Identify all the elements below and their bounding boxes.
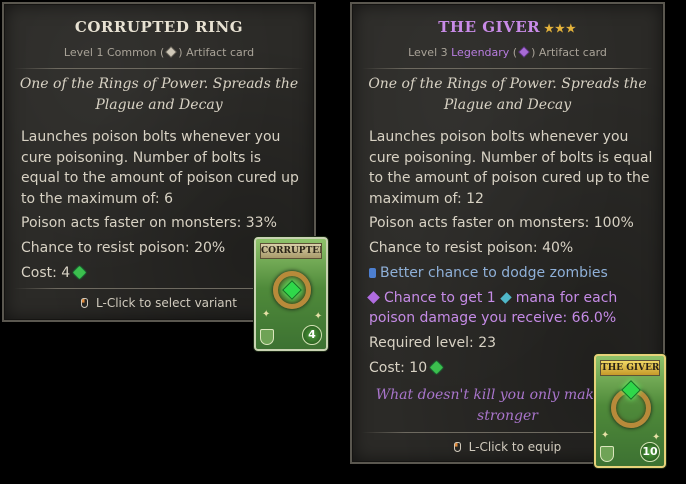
cost-label: Cost: 4 <box>21 265 71 281</box>
star-rating-icon: ★★★ <box>544 22 577 35</box>
bonus-mana-line-2: poison damage you receive: 66.0% <box>369 310 617 326</box>
stat-poison-faster: Poison acts faster on monsters: 100% <box>369 215 634 231</box>
corrupted-ring-card[interactable]: CORRUPTED RING ✦ ✦ 4 <box>254 237 328 351</box>
star-icon: ✦ <box>314 311 323 322</box>
stat-resist-poison: Chance to resist poison: 40% <box>369 240 574 256</box>
hint-label: L-Click to select variant <box>96 296 237 310</box>
card-banner: THE GIVER <box>600 360 660 376</box>
divider <box>14 68 304 69</box>
bonus-dodge-line: Better chance to dodge zombies <box>369 265 608 281</box>
card-cost-badge: 10 <box>640 442 660 462</box>
stat-resist-poison: Chance to resist poison: 20% <box>21 240 226 256</box>
mouse-left-click-icon <box>81 298 89 308</box>
card-cost-badge: 4 <box>302 325 322 345</box>
star-icon: ✦ <box>262 309 271 320</box>
blue-shard-icon <box>369 268 376 278</box>
mouse-left-click-icon <box>453 442 461 452</box>
effect-text: Launches poison bolts whenever you cure … <box>369 129 653 207</box>
star-icon: ✦ <box>652 432 661 443</box>
card-rarity: Legendary <box>451 46 510 59</box>
purple-gem-icon <box>367 291 380 304</box>
flavor-text: One of the Rings of Power. Spreads the P… <box>368 76 647 113</box>
bonus-dodge-text: Better chance to dodge zombies <box>380 265 608 281</box>
mana-gem-icon <box>73 266 87 279</box>
cost-label: Cost: 10 <box>369 360 428 376</box>
legendary-rarity-gem-icon <box>518 46 530 58</box>
common-rarity-gem-icon <box>165 46 177 58</box>
card-type: Artifact card <box>538 46 607 59</box>
mana-gem-icon <box>430 361 443 374</box>
star-icon: ✦ <box>601 430 610 441</box>
hint-label: L-Click to equip <box>468 440 562 454</box>
card-title-text: THE GIVER <box>438 18 541 36</box>
card-subtitle: Level 3 Legendary () Artifact card <box>408 46 607 59</box>
shield-icon <box>260 329 274 345</box>
card-type: Artifact card <box>186 46 255 59</box>
the-giver-card[interactable]: THE GIVER ✦ ✦ 10 <box>594 354 666 468</box>
bonus-mana-text-b: mana for each <box>515 290 618 306</box>
card-rarity: Common <box>106 46 157 59</box>
cyan-mana-icon <box>499 292 512 304</box>
card-banner: CORRUPTED RING <box>260 243 322 259</box>
bonus-mana-line: Chance to get 1 mana for each <box>367 290 618 306</box>
card-level: Level 1 <box>63 46 104 59</box>
shield-icon <box>600 446 614 462</box>
flavor-text: One of the Rings of Power. Spreads the P… <box>19 76 299 113</box>
card-subtitle: Level 1 Common () Artifact card <box>63 46 255 59</box>
card-title: THE GIVER ★★★ <box>352 18 663 36</box>
stat-poison-faster: Poison acts faster on monsters: 33% <box>21 215 277 231</box>
card-title: CORRUPTED RING <box>74 18 244 36</box>
divider <box>362 68 653 69</box>
cost-line: Cost: 4 <box>21 265 87 281</box>
effect-text: Launches poison bolts whenever you cure … <box>21 129 299 207</box>
cost-line: Cost: 10 <box>369 360 443 376</box>
required-level: Required level: 23 <box>369 335 497 351</box>
card-level: Level 3 <box>408 46 448 59</box>
bonus-mana-text-a: Chance to get 1 <box>384 290 496 306</box>
